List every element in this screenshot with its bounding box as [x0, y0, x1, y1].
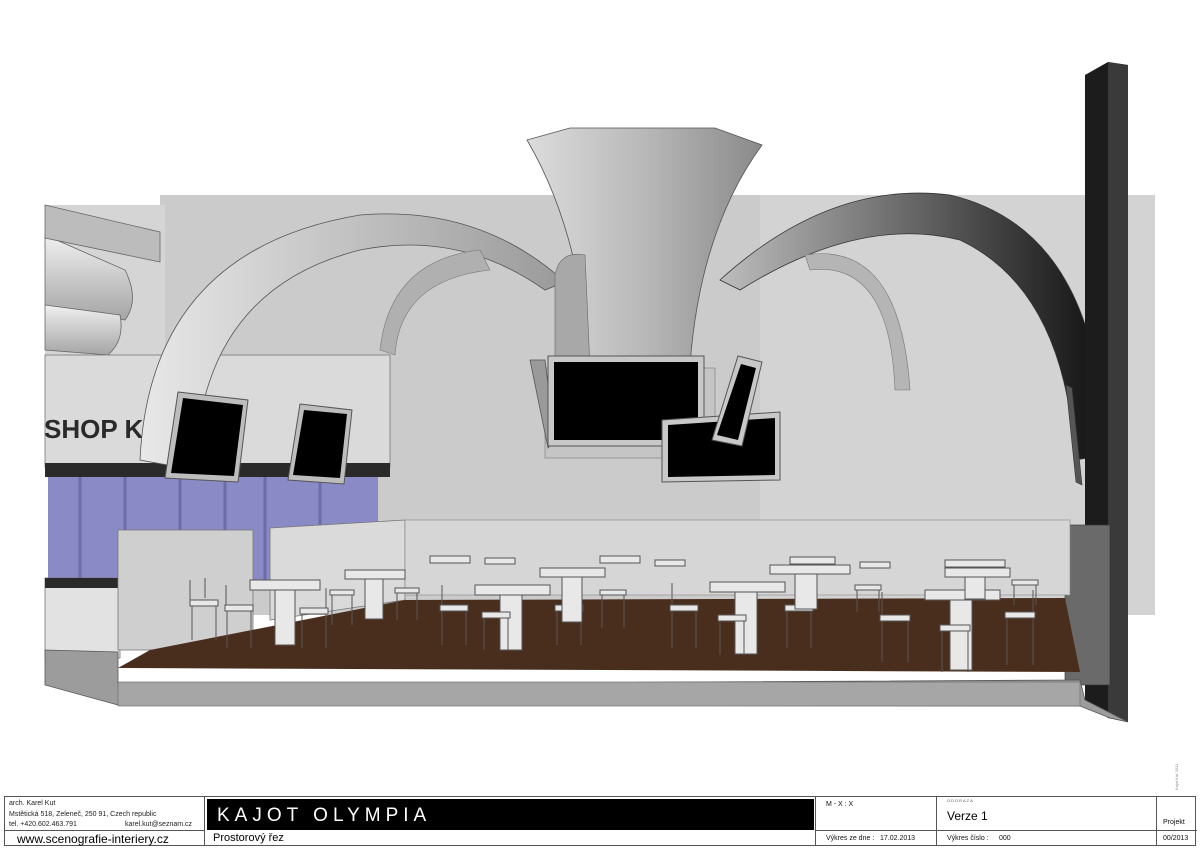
partition-wall-left — [117, 529, 254, 651]
shop-sign: SHOP K — [44, 414, 143, 444]
author-address: Mstětická 518, Zeleneč, 250 91, Czech re… — [9, 811, 157, 818]
version-cell: ODORAZA Verze 1 Výkres číslo : 000 — [937, 797, 1157, 845]
drawn-date: 17.02.2013 — [880, 835, 916, 842]
author-name: arch. Karel Kut — [9, 800, 56, 807]
project-name-box: KAJOT OLYMPIA — [207, 799, 814, 830]
screen-left-1 — [164, 391, 249, 483]
divider — [816, 830, 936, 831]
divider — [5, 830, 204, 831]
drawing-type: Prostorový řez — [213, 832, 284, 844]
project-cell: KAJOT OLYMPIA Prostorový řez — [205, 797, 816, 845]
drawn-date-label: Výkres ze dne : — [826, 835, 875, 842]
scale-cell: M - X : X Výkres ze dne : 17.02.2013 — [816, 797, 937, 845]
version: Verze 1 — [947, 809, 988, 823]
scale: M - X : X — [826, 801, 854, 808]
slab-front — [117, 681, 1081, 707]
counter-top — [45, 578, 120, 588]
project-name: KAJOT OLYMPIA — [217, 805, 432, 826]
drawing-number: 000 — [999, 835, 1011, 842]
author-cell: arch. Karel Kut Mstětická 518, Zeleneč, … — [5, 797, 205, 846]
project-label: Projekt — [1163, 819, 1185, 826]
drawing-number-label: Výkres číslo : — [947, 835, 989, 842]
right-dark-wall-face — [1108, 62, 1128, 722]
vertical-note: Kajot Kuř 2011 — [1174, 763, 1179, 790]
screen-left-2 — [287, 403, 353, 485]
version-label: ODORAZA — [947, 798, 974, 803]
author-website: www.scenografie-interiery.cz — [17, 832, 169, 846]
title-block: arch. Karel Kut Mstětická 518, Zeleneč, … — [4, 796, 1197, 846]
divider — [1157, 830, 1197, 831]
author-phone: tel. +420.602.463.791 — [9, 821, 77, 828]
project-number-cell: Projekt 00/2013 — [1157, 797, 1197, 845]
shop-counter — [44, 577, 121, 659]
author-email: karel.kut@seznam.cz — [125, 821, 193, 828]
project-number: 00/2013 — [1163, 835, 1189, 842]
divider — [937, 830, 1156, 831]
section-drawing: SHOP K Kajot Kuř 2011 — [44, 62, 1179, 790]
funnel-base — [554, 253, 591, 369]
